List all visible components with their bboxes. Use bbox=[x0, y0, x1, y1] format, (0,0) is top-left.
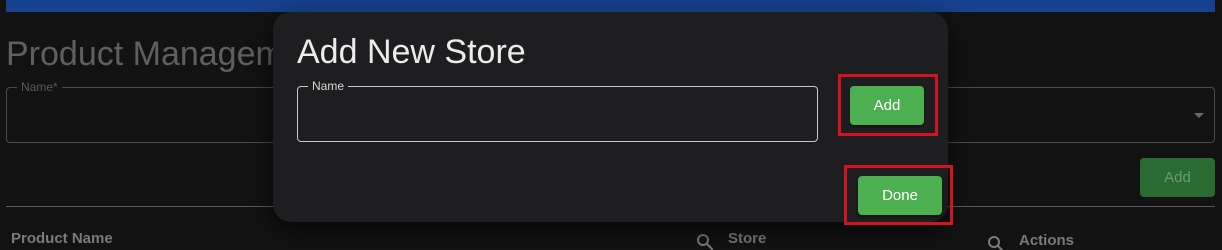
add-store-button[interactable]: Add bbox=[850, 86, 924, 125]
column-header-store[interactable]: Store bbox=[728, 230, 766, 248]
dropdown-caret-icon bbox=[1194, 113, 1204, 118]
store-name-input[interactable] bbox=[310, 103, 809, 129]
dialog-title: Add New Store bbox=[297, 33, 526, 71]
product-name-field[interactable]: Name* bbox=[6, 80, 296, 143]
column-header-product-name[interactable]: Product Name bbox=[11, 230, 113, 248]
store-name-field[interactable]: Name bbox=[297, 79, 818, 142]
search-icon[interactable] bbox=[987, 235, 1005, 250]
column-header-actions[interactable]: Actions bbox=[1019, 232, 1074, 250]
product-name-field-label: Name* bbox=[17, 80, 62, 94]
add-store-dialog: Add New Store Name Add Done bbox=[273, 12, 948, 222]
add-product-button[interactable]: Add bbox=[1140, 158, 1215, 197]
top-app-bar bbox=[6, 0, 1215, 12]
search-icon[interactable] bbox=[696, 233, 714, 250]
done-button[interactable]: Done bbox=[858, 176, 942, 215]
store-select[interactable] bbox=[930, 87, 1215, 143]
app-page: Product Management Name* Add Product Nam… bbox=[0, 0, 1222, 250]
store-name-label: Name bbox=[308, 79, 349, 93]
